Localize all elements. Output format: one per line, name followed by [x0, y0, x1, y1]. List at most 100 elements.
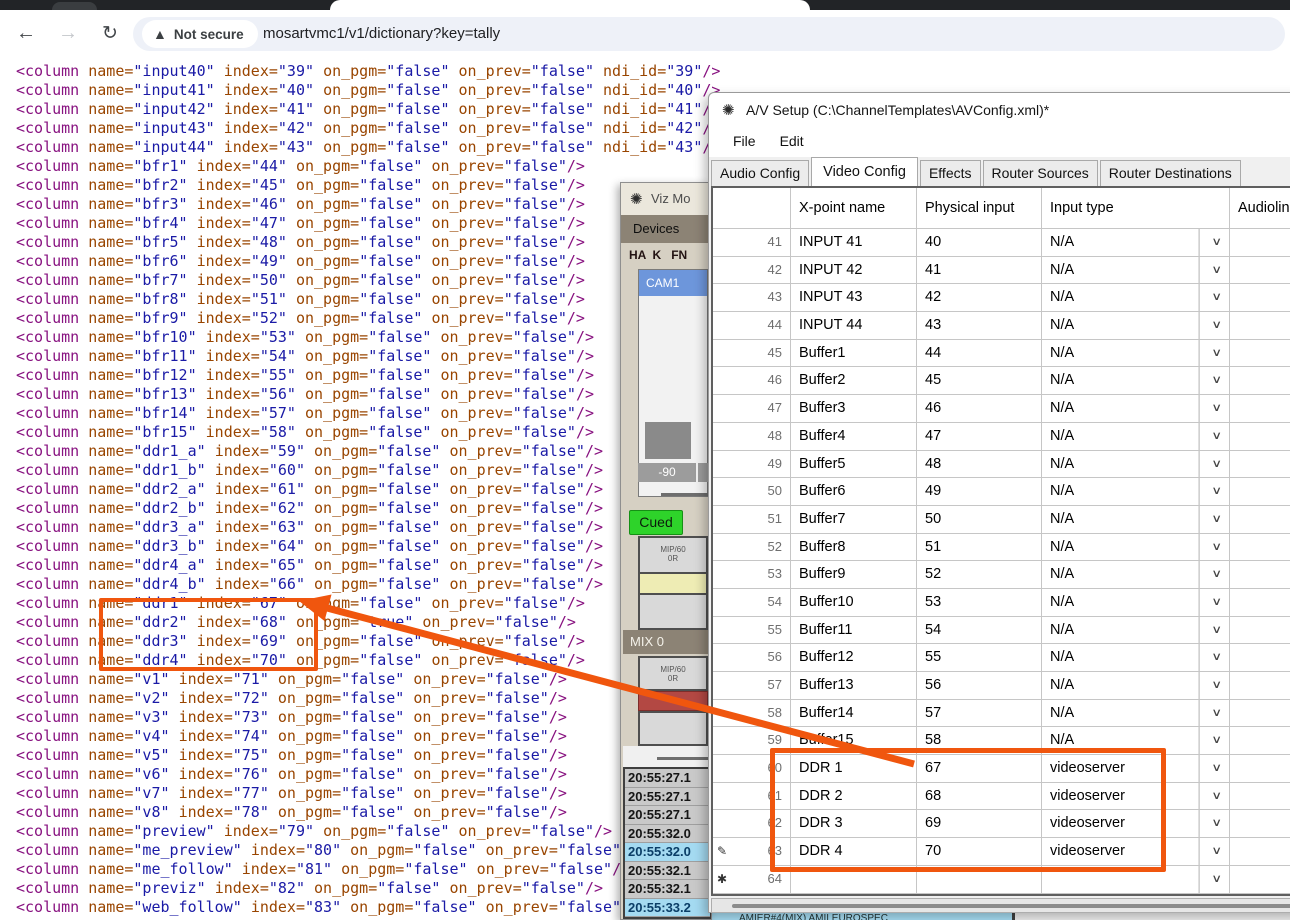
empty-slot-1[interactable] [638, 595, 708, 630]
viz-title-bar[interactable]: ✺ Viz Mo [621, 183, 712, 215]
row-header[interactable]: 55 [713, 617, 791, 645]
table-row[interactable]: 45Buffer144N/A∨ [713, 340, 1290, 368]
cell-input-type[interactable]: N/A∨ [1042, 700, 1230, 728]
cell-audiolink[interactable] [1230, 284, 1290, 312]
cell-input-type[interactable]: N/A∨ [1042, 644, 1230, 672]
row-header[interactable]: 46 [713, 367, 791, 395]
devices-tab[interactable]: Devices [621, 215, 712, 243]
cell-xpoint-name[interactable]: Buffer11 [791, 617, 917, 645]
col-header-input-type[interactable]: Input type [1042, 188, 1230, 229]
cell-audiolink[interactable] [1230, 617, 1290, 645]
dropdown-chevron-icon[interactable]: ∨ [1198, 534, 1230, 561]
dropdown-chevron-icon[interactable]: ∨ [1198, 700, 1230, 727]
log-timestamp-row[interactable]: 20:55:32.1 [625, 880, 710, 899]
clip-slot-1[interactable]: MIP/60 0R [638, 536, 708, 574]
cell-input-type[interactable]: N/A∨ [1042, 589, 1230, 617]
cell-audiolink[interactable] [1230, 312, 1290, 340]
dropdown-chevron-icon[interactable]: ∨ [1198, 755, 1230, 782]
cell-physical-input[interactable]: 55 [917, 644, 1042, 672]
fader-slider[interactable] [657, 757, 709, 760]
log-timestamp-row[interactable]: 20:55:27.1 [625, 788, 710, 807]
cell-audiolink[interactable] [1230, 561, 1290, 589]
cell-xpoint-name[interactable]: Buffer14 [791, 700, 917, 728]
row-header[interactable]: 45 [713, 340, 791, 368]
menu-edit[interactable]: Edit [768, 127, 816, 157]
cell-physical-input[interactable] [917, 866, 1042, 894]
url-text[interactable]: mosartvmc1/v1/dictionary?key=tally [263, 17, 500, 51]
dropdown-chevron-icon[interactable]: ∨ [1198, 423, 1230, 450]
browser-tab-active[interactable] [330, 0, 810, 10]
dropdown-chevron-icon[interactable]: ∨ [1198, 617, 1230, 644]
empty-slot-2[interactable] [638, 711, 708, 746]
cell-xpoint-name[interactable] [791, 866, 917, 894]
dropdown-chevron-icon[interactable]: ∨ [1198, 561, 1230, 588]
cell-physical-input[interactable]: 57 [917, 700, 1042, 728]
cell-audiolink[interactable] [1230, 783, 1290, 811]
cell-xpoint-name[interactable]: DDR 3 [791, 810, 917, 838]
cell-physical-input[interactable]: 43 [917, 312, 1042, 340]
dropdown-chevron-icon[interactable]: ∨ [1198, 589, 1230, 616]
cell-physical-input[interactable]: 68 [917, 783, 1042, 811]
row-header[interactable]: 48 [713, 423, 791, 451]
dropdown-chevron-icon[interactable]: ∨ [1198, 367, 1230, 394]
cell-physical-input[interactable]: 44 [917, 340, 1042, 368]
table-row[interactable]: 42INPUT 4241N/A∨ [713, 257, 1290, 285]
cell-audiolink[interactable] [1230, 478, 1290, 506]
horizontal-scrollbar[interactable] [711, 898, 1290, 913]
not-secure-chip[interactable]: ▲ Not secure [142, 20, 258, 48]
cell-audiolink[interactable] [1230, 257, 1290, 285]
row-header[interactable]: 59 [713, 727, 791, 755]
dropdown-chevron-icon[interactable]: ∨ [1198, 672, 1230, 699]
dropdown-chevron-icon[interactable]: ∨ [1198, 727, 1230, 754]
table-row[interactable]: 61DDR 268videoserver∨ [713, 783, 1290, 811]
table-row[interactable]: 51Buffer750N/A∨ [713, 506, 1290, 534]
cell-input-type[interactable]: N/A∨ [1042, 312, 1230, 340]
row-header[interactable]: 57 [713, 672, 791, 700]
tab-audio-config[interactable]: Audio Config [711, 160, 809, 186]
tab-router-sources[interactable]: Router Sources [983, 160, 1098, 186]
cell-audiolink[interactable] [1230, 451, 1290, 479]
menu-file[interactable]: File [721, 127, 768, 157]
cell-physical-input[interactable]: 58 [917, 727, 1042, 755]
row-header[interactable]: 62 [713, 810, 791, 838]
row-header[interactable]: 41 [713, 229, 791, 257]
table-row[interactable]: 41INPUT 4140N/A∨ [713, 229, 1290, 257]
cell-xpoint-name[interactable]: INPUT 42 [791, 257, 917, 285]
reload-icon[interactable]: ↻ [98, 22, 122, 45]
row-header[interactable]: 60 [713, 755, 791, 783]
cell-physical-input[interactable]: 70 [917, 838, 1042, 866]
log-timestamp-row[interactable]: 20:55:32.0 [625, 843, 710, 862]
table-row[interactable]: 47Buffer346N/A∨ [713, 395, 1290, 423]
cell-audiolink[interactable] [1230, 589, 1290, 617]
cell-audiolink[interactable] [1230, 395, 1290, 423]
row-header[interactable]: 50 [713, 478, 791, 506]
cell-physical-input[interactable]: 46 [917, 395, 1042, 423]
dropdown-chevron-icon[interactable]: ∨ [1198, 810, 1230, 837]
dropdown-chevron-icon[interactable]: ∨ [1198, 783, 1230, 810]
cell-audiolink[interactable] [1230, 229, 1290, 257]
row-header[interactable]: 44 [713, 312, 791, 340]
table-row[interactable]: 53Buffer952N/A∨ [713, 561, 1290, 589]
cell-physical-input[interactable]: 47 [917, 423, 1042, 451]
cell-input-type[interactable]: videoserver∨ [1042, 783, 1230, 811]
cell-input-type[interactable]: N/A∨ [1042, 367, 1230, 395]
cell-xpoint-name[interactable]: Buffer9 [791, 561, 917, 589]
cell-physical-input[interactable]: 54 [917, 617, 1042, 645]
table-row[interactable]: 59Buffer1558N/A∨ [713, 727, 1290, 755]
cell-input-type[interactable]: N/A∨ [1042, 506, 1230, 534]
cell-xpoint-name[interactable]: DDR 4 [791, 838, 917, 866]
cell-audiolink[interactable] [1230, 755, 1290, 783]
cell-input-type[interactable]: N/A∨ [1042, 672, 1230, 700]
row-header[interactable]: 58 [713, 700, 791, 728]
tab-effects[interactable]: Effects [920, 160, 981, 186]
cell-input-type[interactable]: videoserver∨ [1042, 838, 1230, 866]
clip-slot-2[interactable]: MIP/60 0R [638, 656, 708, 691]
log-timestamp-row[interactable]: 20:55:33.2 [625, 899, 710, 918]
table-row[interactable]: 52Buffer851N/A∨ [713, 534, 1290, 562]
row-header[interactable]: 61 [713, 783, 791, 811]
cell-audiolink[interactable] [1230, 340, 1290, 368]
table-row[interactable]: 43INPUT 4342N/A∨ [713, 284, 1290, 312]
table-row[interactable]: 49Buffer548N/A∨ [713, 451, 1290, 479]
row-header[interactable]: 47 [713, 395, 791, 423]
cell-input-type[interactable]: videoserver∨ [1042, 755, 1230, 783]
